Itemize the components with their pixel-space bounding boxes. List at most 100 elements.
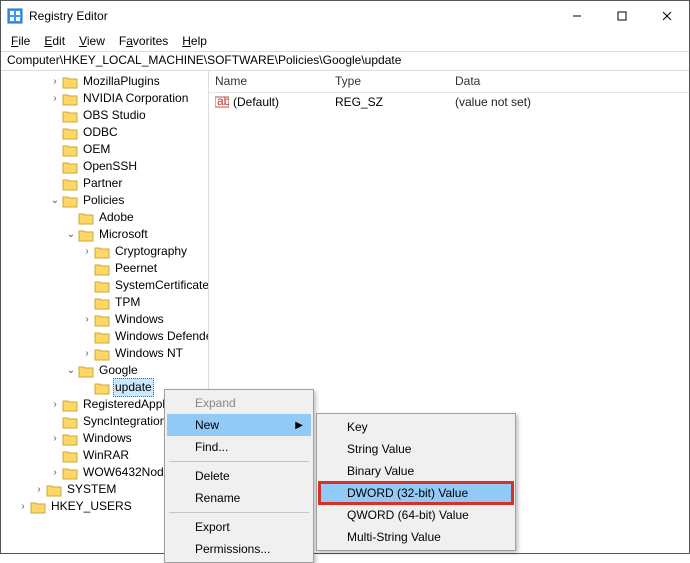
folder-icon [94, 279, 110, 293]
tree-item-label: WinRAR [81, 447, 131, 464]
window-title: Registry Editor [29, 9, 554, 23]
ctx-rename[interactable]: Rename [167, 487, 311, 509]
tree-item-policies[interactable]: ⌄ Policies [1, 192, 208, 209]
tree-item-mozillaplugins[interactable]: ›MozillaPlugins [1, 73, 208, 90]
tree-item-oem[interactable]: OEM [1, 141, 208, 158]
tree-item-label: Google [97, 362, 140, 379]
list-header: Name Type Data [209, 71, 689, 93]
tree-item-label: SystemCertificates [113, 277, 209, 294]
address-bar[interactable]: Computer\HKEY_LOCAL_MACHINE\SOFTWARE\Pol… [1, 51, 689, 71]
ctx-delete[interactable]: Delete [167, 465, 311, 487]
ctx-find[interactable]: Find... [167, 436, 311, 458]
tree-item-label: OEM [81, 141, 112, 158]
tree-item-label: Windows [113, 311, 166, 328]
tree-item-google[interactable]: ⌄ Google [1, 362, 208, 379]
menu-file[interactable]: File [5, 32, 36, 50]
folder-icon [62, 143, 78, 157]
menu-edit[interactable]: Edit [38, 32, 71, 50]
address-text: Computer\HKEY_LOCAL_MACHINE\SOFTWARE\Pol… [7, 53, 401, 67]
tree-item-partner[interactable]: Partner [1, 175, 208, 192]
expand-icon[interactable]: › [17, 498, 29, 515]
submenu-binary[interactable]: Binary Value [319, 460, 513, 482]
tree-item-adobe[interactable]: Adobe [1, 209, 208, 226]
tree-item-peernet[interactable]: Peernet [1, 260, 208, 277]
tree-item-openssh[interactable]: OpenSSH [1, 158, 208, 175]
submenu-multi[interactable]: Multi-String Value [319, 526, 513, 548]
tree-item-label: OpenSSH [81, 158, 139, 175]
ctx-export[interactable]: Export [167, 516, 311, 538]
tree-item-cryptography[interactable]: ›Cryptography [1, 243, 208, 260]
expand-icon[interactable]: › [81, 345, 93, 362]
submenu-string[interactable]: String Value [319, 438, 513, 460]
tree-item-windows[interactable]: › Windows [1, 311, 208, 328]
folder-icon [62, 415, 78, 429]
folder-icon [62, 194, 78, 208]
ctx-separator [169, 512, 309, 513]
folder-icon [62, 449, 78, 463]
expand-icon[interactable]: › [49, 430, 61, 447]
tree-item-tpm[interactable]: TPM [1, 294, 208, 311]
tree-item-microsoft[interactable]: ⌄Microsoft [1, 226, 208, 243]
folder-icon [62, 160, 78, 174]
folder-icon [62, 75, 78, 89]
collapse-icon[interactable]: ⌄ [65, 362, 77, 379]
collapse-icon[interactable]: ⌄ [49, 192, 61, 209]
folder-icon [62, 398, 78, 412]
tree-item-label: Windows Defender [113, 328, 209, 345]
folder-icon [78, 211, 94, 225]
menu-view[interactable]: View [73, 32, 111, 50]
expand-icon[interactable]: › [81, 311, 93, 328]
folder-icon [62, 126, 78, 140]
titlebar: Registry Editor [1, 1, 689, 31]
folder-icon [94, 313, 110, 327]
value-type: REG_SZ [329, 95, 449, 109]
tree-item-windows-defender[interactable]: Windows Defender [1, 328, 208, 345]
tree-item-label: SyncIntegration [81, 413, 168, 430]
folder-icon [78, 228, 94, 242]
svg-text:ab: ab [217, 95, 229, 108]
tree-item-label: WOW6432Node [81, 464, 172, 481]
tree-item-label: NVIDIA Corporation [81, 90, 190, 107]
menu-help[interactable]: Help [176, 32, 213, 50]
tree-item-windows-nt[interactable]: ›Windows NT [1, 345, 208, 362]
tree-item-label: Policies [81, 192, 126, 209]
folder-icon [94, 245, 110, 259]
tree-item-obs-studio[interactable]: OBS Studio [1, 107, 208, 124]
submenu-key[interactable]: Key [319, 416, 513, 438]
maximize-button[interactable] [599, 1, 644, 31]
folder-icon [94, 347, 110, 361]
tree-item-nvidia-corporation[interactable]: › NVIDIA Corporation [1, 90, 208, 107]
tree-item-label: Windows [81, 430, 134, 447]
expand-icon[interactable]: › [33, 481, 45, 498]
expand-icon[interactable]: › [81, 243, 93, 260]
minimize-button[interactable] [554, 1, 599, 31]
ctx-new[interactable]: New▶ [167, 414, 311, 436]
expand-icon[interactable]: › [49, 73, 61, 90]
expand-icon[interactable]: › [49, 464, 61, 481]
folder-icon [78, 364, 94, 378]
expand-icon[interactable]: › [49, 396, 61, 413]
menu-favorites[interactable]: Favorites [113, 32, 174, 50]
value-name: (Default) [233, 95, 279, 109]
collapse-icon[interactable]: ⌄ [65, 226, 77, 243]
list-row[interactable]: ab (Default) REG_SZ (value not set) [209, 93, 689, 111]
folder-icon [94, 381, 110, 395]
ctx-expand[interactable]: Expand [167, 392, 311, 414]
submenu-qword[interactable]: QWORD (64-bit) Value [319, 504, 513, 526]
folder-icon [94, 330, 110, 344]
folder-icon [94, 262, 110, 276]
folder-icon [62, 466, 78, 480]
tree-item-odbc[interactable]: ODBC [1, 124, 208, 141]
col-data[interactable]: Data [449, 71, 689, 92]
tree-item-systemcertificates[interactable]: SystemCertificates [1, 277, 208, 294]
folder-icon [62, 109, 78, 123]
expand-icon[interactable]: › [49, 90, 61, 107]
app-icon [7, 8, 23, 24]
tree-item-label: SYSTEM [65, 481, 118, 498]
col-name[interactable]: Name [209, 71, 329, 92]
submenu-dword[interactable]: DWORD (32-bit) Value [319, 482, 513, 504]
value-data: (value not set) [449, 95, 689, 109]
ctx-permissions[interactable]: Permissions... [167, 538, 311, 560]
close-button[interactable] [644, 1, 689, 31]
col-type[interactable]: Type [329, 71, 449, 92]
